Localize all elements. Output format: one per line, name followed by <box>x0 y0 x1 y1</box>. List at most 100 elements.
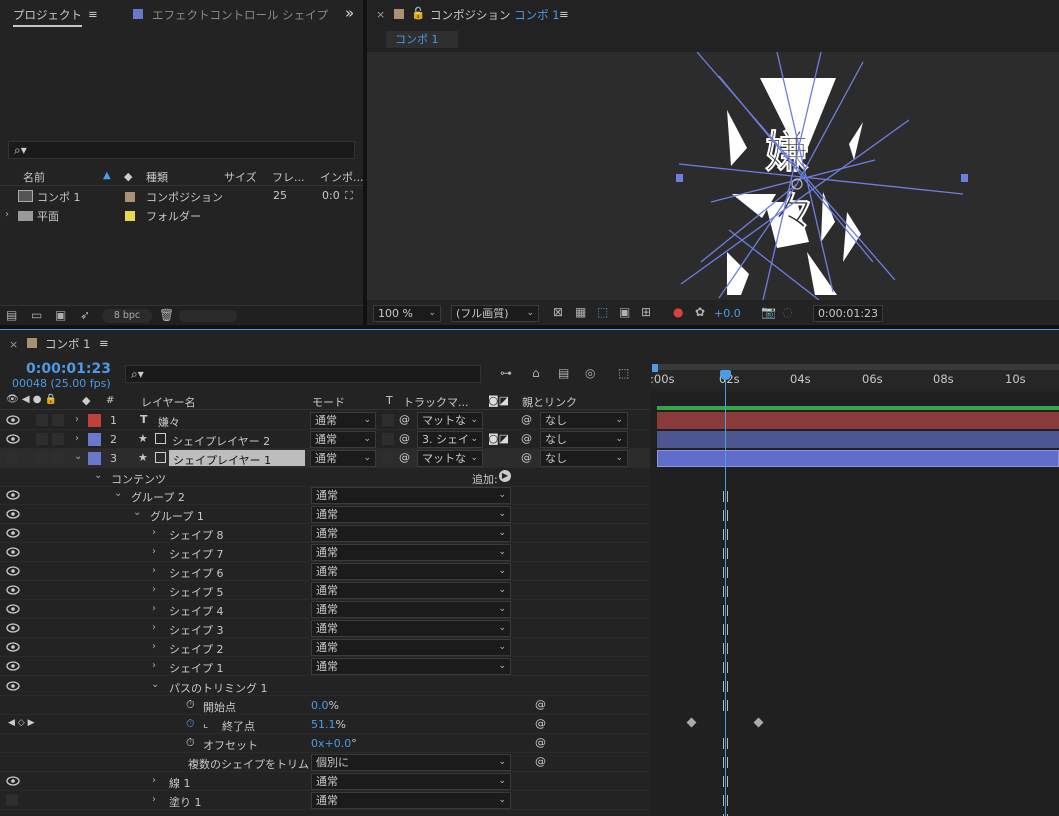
trim-multiple-dropdown[interactable]: 個別に ⌄ <box>311 754 511 771</box>
col-layer-name[interactable]: レイヤー名 <box>141 394 196 410</box>
mask-visibility-icon[interactable]: ⬚ <box>597 305 608 319</box>
group-row[interactable]: › シェイプ 2 通常 ⌄ <box>0 638 650 657</box>
expression-pickwhip-icon[interactable]: @ <box>535 698 546 711</box>
layer-duration-bar[interactable] <box>657 431 1059 448</box>
eye-icon[interactable] <box>6 776 20 786</box>
video-switch[interactable] <box>6 452 18 464</box>
color-channels-icon[interactable]: ● <box>673 305 683 319</box>
bounding-handle[interactable] <box>676 174 683 182</box>
chevron-down-icon[interactable]: ⌄ <box>94 470 102 481</box>
group-row[interactable]: › シェイプ 3 通常 ⌄ <box>0 619 650 638</box>
time-ruler[interactable] <box>652 364 1059 388</box>
layer-duration-bar-selected[interactable] <box>657 450 1059 467</box>
col-mode[interactable]: モード <box>312 394 345 410</box>
comp-viewer[interactable]: 嫌 々 <box>367 51 1059 301</box>
property-row[interactable]: ⏱ 開始点 0.0% @ <box>0 696 650 715</box>
stopwatch-active-icon[interactable]: ⏱ <box>186 717 195 731</box>
blend-mode-dropdown[interactable]: 通常 ⌄ <box>311 506 511 523</box>
group-row[interactable]: ⌄ グループ 2 通常 ⌄ <box>0 486 650 505</box>
chevron-right-icon[interactable]: › <box>75 414 79 425</box>
eye-icon[interactable] <box>6 566 20 576</box>
project-item-row[interactable]: コンポ 1 コンポジション 25 0:0 ⛶ <box>0 187 363 206</box>
layer-row[interactable]: › 1 T 嫌々 通常 ⌄ @ マットな ⌄ @ なし ⌄ <box>0 411 650 430</box>
graph-editor-icon[interactable]: ⬚ <box>618 366 629 380</box>
camera-snapshot-icon[interactable]: 📷 <box>761 305 776 319</box>
eye-icon[interactable] <box>6 547 20 557</box>
property-row[interactable]: › 塗り 1 通常 ⌄ <box>0 791 650 810</box>
matte-mode-icons[interactable]: ◙◪ <box>488 432 509 445</box>
resolution-dropdown[interactable]: (フル画質) ⌄ <box>451 305 539 322</box>
zoom-dropdown[interactable]: 100 % ⌄ <box>373 305 441 322</box>
timeline-tab[interactable]: コンポ 1 <box>45 336 90 352</box>
solo-switch[interactable] <box>36 452 48 464</box>
chevron-right-icon[interactable]: › <box>152 622 156 633</box>
blend-mode-dropdown[interactable]: 通常 ⌄ <box>311 544 511 561</box>
project-menu-icon[interactable]: ≡ <box>88 7 98 21</box>
col-type[interactable]: 種類 <box>146 169 168 185</box>
layer-name[interactable]: シェイプレイヤー 2 <box>172 433 270 449</box>
render-icon[interactable]: ➶ <box>80 308 90 322</box>
new-composition-icon[interactable]: ▣ <box>55 308 66 322</box>
frame-blending-icon[interactable]: ▤ <box>558 366 569 380</box>
color-management-icon[interactable]: ✿ <box>695 305 705 319</box>
trim-offset-number[interactable]: 0x+0.0 <box>311 737 351 750</box>
close-icon[interactable]: × <box>376 8 385 21</box>
guides-icon[interactable]: ⊞ <box>641 305 651 319</box>
stopwatch-icon[interactable]: ⏱ <box>186 698 195 712</box>
parent-pickwhip-icon[interactable]: @ <box>521 432 532 445</box>
sort-up-icon[interactable]: ▲ <box>103 170 111 181</box>
property-row[interactable]: ⏱ オフセット 0x+0.0° @ <box>0 734 650 753</box>
layer-name[interactable]: 嫌々 <box>158 414 180 430</box>
col-track-matte[interactable]: トラックマ... <box>403 394 469 410</box>
stopwatch-icon[interactable]: ⏱ <box>186 736 195 750</box>
lock-switch[interactable] <box>52 414 64 426</box>
lock-switch[interactable] <box>52 433 64 445</box>
blend-mode-dropdown[interactable]: 通常 ⌄ <box>310 412 376 429</box>
eye-icon[interactable] <box>6 623 20 633</box>
col-size[interactable]: サイズ <box>224 169 257 185</box>
chevron-right-icon[interactable]: › <box>152 794 156 805</box>
flowchart-icon[interactable]: ⛶ <box>345 189 353 203</box>
draft-3d-icon[interactable]: ⌂ <box>532 366 540 380</box>
group-row[interactable]: › シェイプ 7 通常 ⌄ <box>0 543 650 562</box>
motion-blur-icon[interactable]: ◎ <box>585 366 595 380</box>
eye-icon[interactable] <box>6 528 20 538</box>
parent-dropdown[interactable]: なし ⌄ <box>540 431 628 448</box>
eye-icon[interactable] <box>6 509 20 519</box>
blend-mode-dropdown[interactable]: 通常 ⌄ <box>310 431 376 448</box>
group-row[interactable]: › シェイプ 1 通常 ⌄ <box>0 657 650 676</box>
trash-icon[interactable]: 🗑 <box>159 308 174 322</box>
lock-switch[interactable] <box>52 452 64 464</box>
playhead-line[interactable] <box>725 370 726 816</box>
property-row[interactable]: › 線 1 通常 ⌄ <box>0 772 650 791</box>
blend-mode-dropdown[interactable]: 通常 ⌄ <box>310 450 376 467</box>
timeline-menu-icon[interactable]: ≡ <box>99 336 109 350</box>
blend-mode-dropdown[interactable]: 通常 ⌄ <box>311 792 511 809</box>
comp-subtab[interactable]: コンポ 1 <box>386 31 458 48</box>
panel-overflow-icon[interactable]: » <box>345 4 354 22</box>
chevron-right-icon[interactable]: › <box>152 603 156 614</box>
add-play-icon[interactable]: ▶ <box>499 470 511 482</box>
region-of-interest-icon[interactable]: ▣ <box>619 305 630 319</box>
layer-label-color[interactable] <box>88 414 101 427</box>
solo-switch[interactable] <box>36 414 48 426</box>
trim-end-value[interactable]: 51.1% <box>311 718 346 731</box>
current-timecode[interactable]: 0:00:01:23 <box>26 361 111 377</box>
trim-start-number[interactable]: 0.0 <box>311 699 329 712</box>
project-search-input[interactable]: ⌕▾ <box>8 141 355 159</box>
work-area-start-handle[interactable] <box>652 364 658 372</box>
chevron-right-icon[interactable]: › <box>152 641 156 652</box>
blend-mode-dropdown[interactable]: 通常 ⌄ <box>311 773 511 790</box>
col-parent[interactable]: 親とリンク <box>522 394 577 410</box>
bpc-button[interactable]: 8 bpc <box>102 309 152 323</box>
new-folder-icon[interactable]: ▭ <box>31 308 42 322</box>
blend-mode-dropdown[interactable]: 通常 ⌄ <box>311 658 511 675</box>
eye-icon[interactable] <box>6 434 20 444</box>
blend-mode-dropdown[interactable]: 通常 ⌄ <box>311 525 511 542</box>
chevron-right-icon[interactable]: › <box>152 584 156 595</box>
group-row[interactable]: › シェイプ 5 通常 ⌄ <box>0 581 650 600</box>
label-tag-icon[interactable]: ◆ <box>124 170 132 183</box>
property-row[interactable]: 複数のシェイプをトリム 個別に ⌄ @ <box>0 753 650 772</box>
layer-row[interactable]: › 2 ★ シェイプレイヤー 2 通常 ⌄ @ 3. シェイ ⌄ ◙◪ @ なし ⌄ <box>0 430 650 449</box>
blend-mode-dropdown[interactable]: 通常 ⌄ <box>311 620 511 637</box>
